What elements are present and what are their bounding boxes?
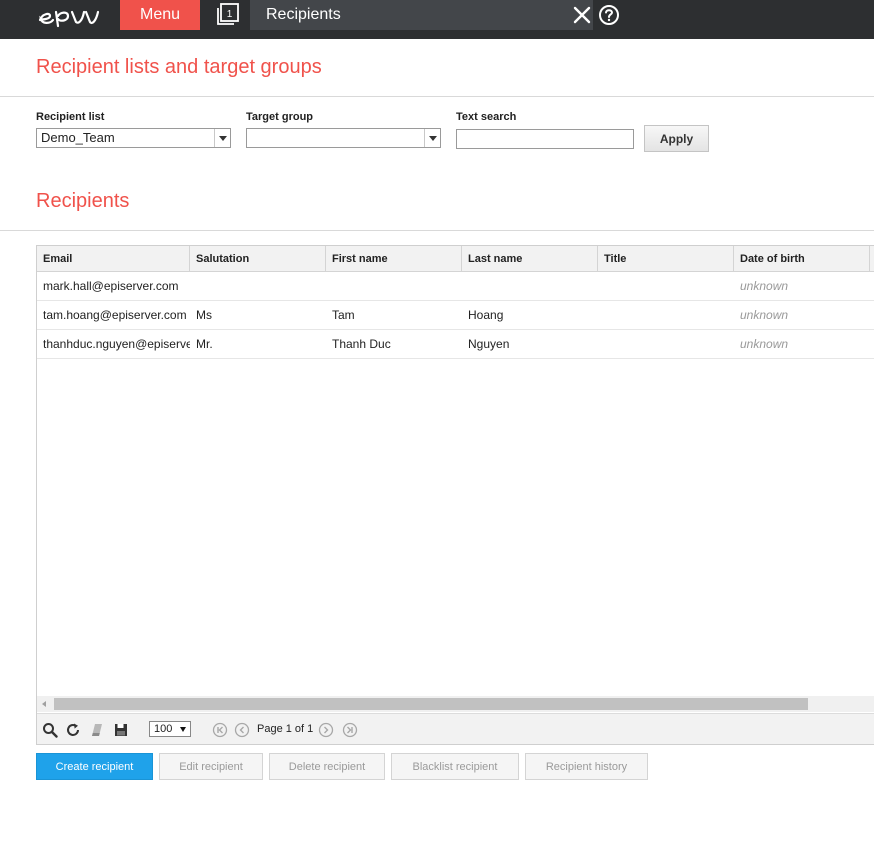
prev-page-icon[interactable]: [234, 722, 250, 738]
table-row[interactable]: thanhduc.nguyen@episerver.com Mr. Thanh …: [37, 330, 874, 359]
cell-salutation: Mr.: [196, 337, 213, 351]
pager-toolbar: 100 Page 1 of 1: [37, 713, 874, 744]
cell-date-of-birth: unknown: [740, 308, 789, 322]
cell-title: [598, 330, 734, 358]
cell-email: mark.hall@episerver.com: [43, 279, 179, 293]
page-indicator: Page 1 of 1: [257, 723, 314, 735]
scroll-left-icon[interactable]: [42, 701, 46, 707]
cell-first-name: Tam: [332, 308, 355, 322]
recipient-list-select[interactable]: Demo_Team: [36, 128, 231, 148]
target-group-select[interactable]: [246, 128, 441, 148]
page-size-select[interactable]: 100: [149, 721, 191, 737]
recipient-history-button[interactable]: Recipient history: [525, 753, 648, 780]
chevron-down-icon: [180, 727, 186, 732]
epi-logo: [38, 10, 100, 28]
refresh-icon[interactable]: [65, 722, 81, 738]
cell-title: [598, 272, 734, 300]
cell-date-of-birth: unknown: [740, 279, 789, 293]
cell-first-name: [326, 272, 462, 300]
column-header-date-of-birth[interactable]: Date of birth: [734, 246, 870, 272]
page-title: Recipients: [266, 6, 341, 23]
divider: [0, 96, 874, 97]
page-title-bar: Recipients: [250, 0, 593, 30]
section-title-recipients: Recipients: [36, 190, 130, 212]
column-header-first-name[interactable]: First name: [326, 246, 462, 272]
save-icon[interactable]: [113, 722, 129, 738]
edit-recipient-button[interactable]: Edit recipient: [159, 753, 263, 780]
chevron-down-icon[interactable]: [424, 129, 440, 147]
eraser-icon[interactable]: [89, 722, 105, 738]
recipient-list-label: Recipient list: [36, 111, 105, 123]
horizontal-scrollbar[interactable]: [37, 696, 874, 712]
recipients-grid: Email Salutation First name Last name Ti…: [36, 245, 874, 745]
column-header-last-name[interactable]: Last name: [462, 246, 598, 272]
cell-salutation: Ms: [196, 308, 212, 322]
grid-header: Email Salutation First name Last name Ti…: [37, 246, 874, 272]
divider: [0, 230, 874, 231]
cell-email: tam.hoang@episerver.com: [43, 308, 187, 322]
cell-email: thanhduc.nguyen@episerver.com: [43, 337, 190, 351]
next-page-icon[interactable]: [318, 722, 334, 738]
cell-last-name: Hoang: [468, 308, 504, 322]
cell-salutation: [190, 272, 326, 300]
page-size-value: 100: [154, 723, 173, 735]
svg-text:1: 1: [227, 9, 233, 20]
top-bar: Menu 1 Recipients: [0, 0, 874, 39]
scrollbar-thumb[interactable]: [54, 698, 808, 710]
cell-last-name: [462, 272, 598, 300]
delete-recipient-button[interactable]: Delete recipient: [269, 753, 385, 780]
cell-last-name: Nguyen: [468, 337, 510, 351]
column-header-title[interactable]: Title: [598, 246, 734, 272]
cell-first-name: Thanh Duc: [332, 337, 391, 351]
column-header-email[interactable]: Email: [37, 246, 190, 272]
text-search-input[interactable]: [456, 129, 634, 149]
section-title-lists: Recipient lists and target groups: [36, 56, 322, 78]
cell-title: [598, 301, 734, 329]
search-icon[interactable]: [42, 722, 58, 738]
target-group-label: Target group: [246, 111, 314, 123]
blacklist-recipient-button[interactable]: Blacklist recipient: [391, 753, 519, 780]
create-recipient-button[interactable]: Create recipient: [36, 753, 153, 780]
close-icon[interactable]: [571, 3, 593, 27]
table-row[interactable]: tam.hoang@episerver.com Ms Tam Hoang unk…: [37, 301, 874, 330]
last-page-icon[interactable]: [342, 722, 358, 738]
text-search-label: Text search: [456, 111, 517, 123]
table-row[interactable]: mark.hall@episerver.com unknown: [37, 272, 874, 301]
apply-button[interactable]: Apply: [644, 125, 709, 152]
menu-button[interactable]: Menu: [120, 0, 200, 30]
column-header-salutation[interactable]: Salutation: [190, 246, 326, 272]
recipient-list-value: Demo_Team: [41, 130, 115, 145]
chevron-down-icon[interactable]: [214, 129, 230, 147]
first-page-icon[interactable]: [212, 722, 228, 738]
pages-icon[interactable]: 1: [215, 3, 241, 27]
help-icon[interactable]: [598, 4, 620, 26]
cell-date-of-birth: unknown: [740, 337, 789, 351]
